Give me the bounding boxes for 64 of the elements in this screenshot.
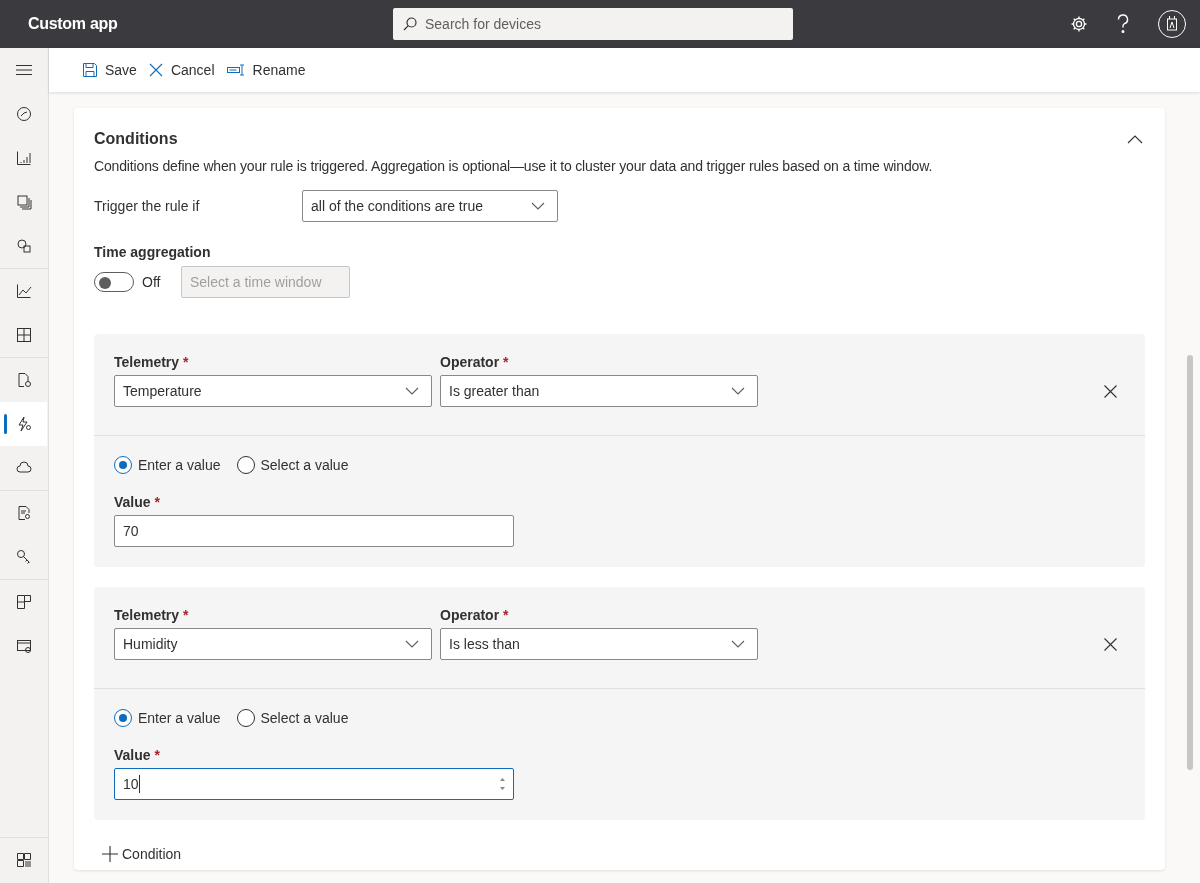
trigger-dropdown[interactable]: all of the conditions are true [302, 190, 558, 222]
help-icon[interactable] [1116, 14, 1130, 34]
radio-button[interactable] [236, 456, 255, 474]
save-button[interactable]: Save [81, 58, 145, 82]
field-label: Telemetry * [114, 607, 190, 623]
close-icon[interactable] [1104, 638, 1117, 651]
spinner-arrows-icon [500, 778, 505, 790]
avatar-badge-icon[interactable] [1158, 10, 1186, 38]
section-title: Conditions [94, 130, 178, 148]
toggle-state-label: Off [142, 274, 162, 290]
rename-button[interactable]: Rename [224, 58, 314, 82]
operator-dropdown[interactable]: Is greater than [440, 375, 758, 407]
menu-icon [15, 64, 32, 76]
telemetry-dropdown[interactable]: Humidity [114, 628, 432, 660]
section-description: Conditions define when your rule is triggered. Aggregation is optional—use it to cluster your data and trigger rules based on a time window. [94, 158, 934, 174]
telemetry-dropdown[interactable]: Temperature [114, 375, 432, 407]
field-label: Operator * [440, 607, 510, 623]
operator-dropdown[interactable]: Is less than [440, 628, 758, 660]
radio-option[interactable]: Select a value [236, 709, 349, 727]
lightning-gear-icon [15, 416, 32, 432]
document-gear-icon [15, 372, 32, 388]
search-field[interactable]: Search for devices [393, 8, 793, 40]
cloud-icon [15, 460, 32, 476]
radio-button[interactable] [114, 456, 132, 474]
value-field[interactable]: 10 [114, 768, 514, 800]
layout-icon [15, 594, 32, 610]
chevron-down-icon [531, 202, 545, 210]
app-title: Custom app [28, 15, 119, 33]
field-label: Telemetry * [114, 354, 190, 370]
gauge-icon [15, 106, 32, 122]
close-icon[interactable] [1104, 385, 1117, 398]
radio-button[interactable] [236, 709, 255, 727]
device-group-icon [15, 238, 32, 254]
grid-list-icon [15, 852, 32, 868]
save-icon [83, 63, 97, 77]
field-label: Operator * [440, 354, 510, 370]
radio-option[interactable]: Enter a value [114, 456, 221, 474]
close-icon [148, 63, 163, 77]
radio-option[interactable]: Enter a value [114, 709, 221, 727]
field-label: Trigger the rule if [94, 198, 201, 214]
value-field[interactable]: 70 [114, 515, 514, 547]
window-gear-icon [15, 638, 32, 654]
grid-icon [15, 327, 32, 343]
chevron-up-icon[interactable] [1127, 134, 1143, 144]
add-condition-button[interactable]: Condition [102, 846, 182, 862]
sidebar-item[interactable] [0, 402, 47, 446]
key-icon [15, 549, 32, 565]
devices-icon [15, 194, 32, 210]
chevron-down-icon [405, 387, 419, 395]
rename-icon [226, 64, 245, 76]
radio-option[interactable]: Select a value [236, 456, 349, 474]
field-label: Value * [114, 494, 160, 510]
chevron-down-icon [731, 387, 745, 395]
bar-chart-icon [15, 150, 32, 166]
field-label: Value * [114, 747, 160, 763]
cancel-button[interactable]: Cancel [146, 58, 223, 82]
radio-button[interactable] [114, 709, 132, 727]
field-label: Time aggregation [94, 244, 212, 260]
chevron-down-icon [731, 640, 745, 648]
chevron-down-icon [405, 640, 419, 648]
plus-icon [102, 846, 118, 862]
line-chart-icon [15, 283, 32, 299]
settings-icon[interactable] [1070, 15, 1088, 33]
document-search-icon [15, 505, 32, 521]
